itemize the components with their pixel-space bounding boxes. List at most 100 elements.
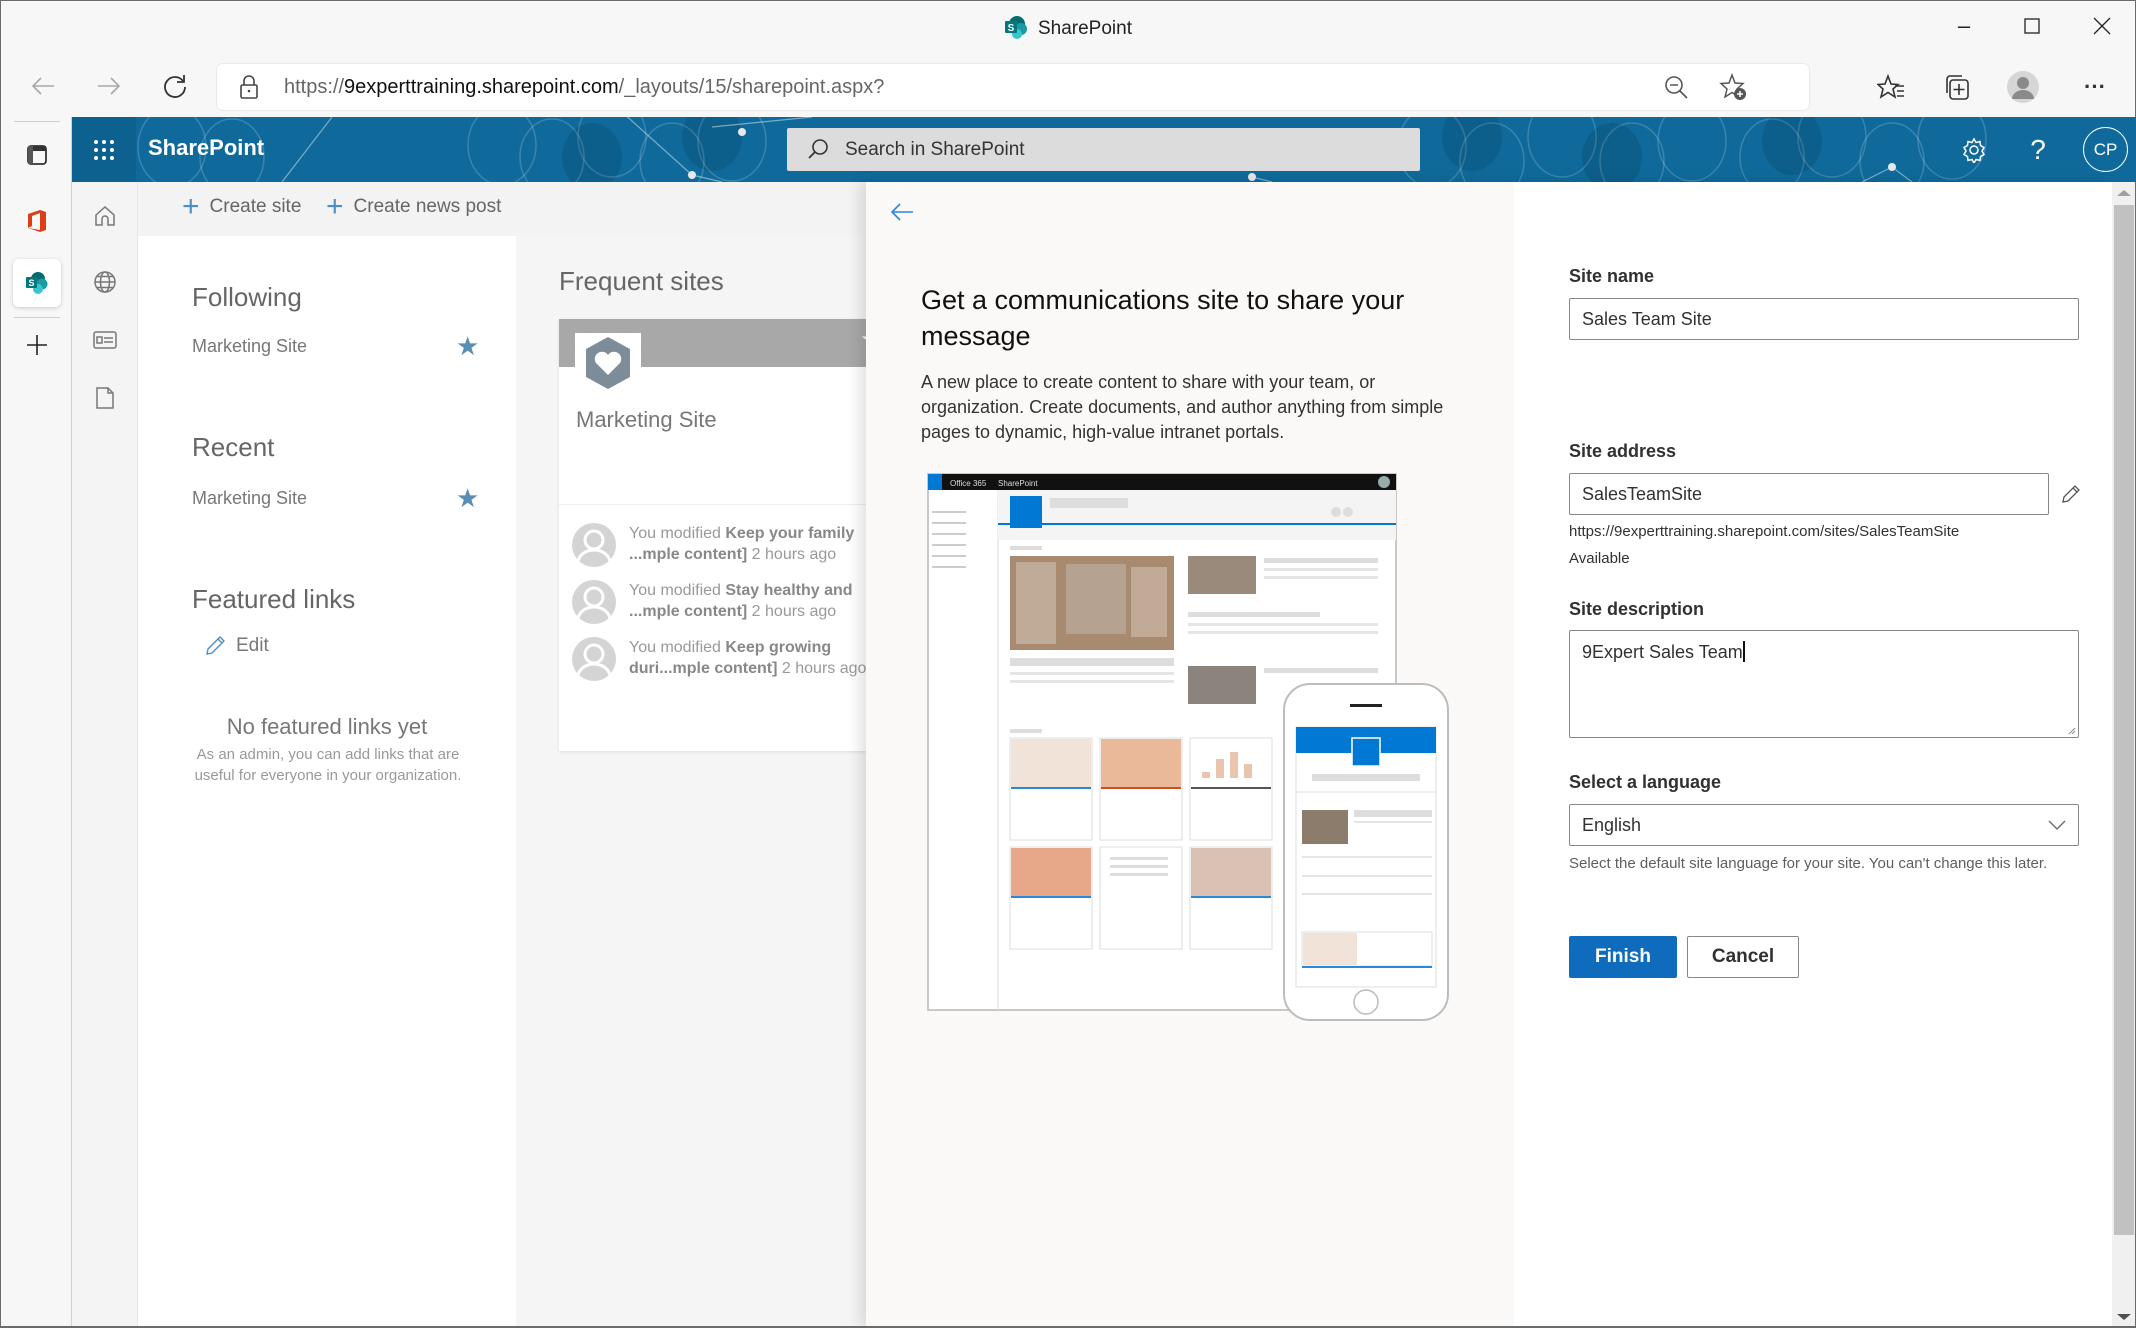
sidebar-divider <box>14 121 60 122</box>
nav-sites[interactable] <box>81 258 129 306</box>
user-avatar-icon <box>572 580 616 624</box>
minimize-button[interactable]: – <box>1939 9 1989 43</box>
globe-icon <box>94 271 116 293</box>
settings-button[interactable] <box>1942 117 2006 182</box>
recent-heading: Recent <box>192 432 275 462</box>
close-window-button[interactable] <box>2077 9 2127 43</box>
user-avatar-icon <box>572 523 616 567</box>
empty-state-description: As an admin, you can add links that are … <box>194 746 462 784</box>
recent-item[interactable]: Marketing Site <box>192 488 307 509</box>
zoom-out-icon[interactable] <box>1663 74 1689 100</box>
language-label: Select a language <box>1569 772 1722 792</box>
favorites-icon <box>1877 73 1904 99</box>
maximize-button[interactable] <box>2007 9 2057 43</box>
site-address-label: Site address <box>1569 441 1677 461</box>
star-icon[interactable]: ★ <box>456 331 479 362</box>
create-news-post-button[interactable]: + Create news post <box>326 192 501 222</box>
illustration-office-label: Office 365 <box>950 479 987 488</box>
sharepoint-search-box[interactable]: Search in SharePoint <box>787 128 1420 171</box>
arrow-left-icon <box>890 203 913 221</box>
maximize-icon <box>2024 18 2040 34</box>
page-scrollbar[interactable] <box>2112 182 2136 1328</box>
forward-icon <box>98 77 121 95</box>
close-icon <box>2093 17 2111 35</box>
sharepoint-tab[interactable]: S <box>13 259 61 307</box>
window-title-text: SharePoint <box>1037 18 1132 39</box>
add-tab-button[interactable] <box>13 321 61 369</box>
edit-featured-links-button[interactable]: Edit <box>204 635 269 657</box>
sharepoint-logo-icon: S <box>1004 16 1027 39</box>
pencil-icon <box>2062 485 2080 503</box>
card-divider <box>559 504 879 505</box>
text-cursor <box>1742 641 1745 662</box>
activity-text: You modified Keep your family ...mple con… <box>629 525 855 563</box>
office-icon <box>28 210 46 232</box>
communication-site-illustration: Office 365 SharePoint <box>927 473 1449 1021</box>
command-bar: + Create site + Create news post <box>138 182 866 236</box>
gear-icon <box>1962 136 1986 163</box>
refresh-button[interactable] <box>155 66 195 106</box>
resize-grip-icon[interactable] <box>2066 725 2076 735</box>
illustration-app-label: SharePoint <box>998 479 1038 488</box>
nav-news[interactable] <box>81 316 129 364</box>
user-avatar-icon <box>572 637 616 681</box>
site-description-value: 9Expert Sales Team <box>1582 642 1743 662</box>
scroll-up-arrow-icon[interactable] <box>2117 190 2131 196</box>
create-site-button[interactable]: + Create site <box>182 192 301 222</box>
document-icon <box>96 387 114 409</box>
lock-icon[interactable] <box>239 75 259 99</box>
sidebar-divider <box>14 317 60 318</box>
site-card-name[interactable]: Marketing Site <box>576 407 717 433</box>
nav-home[interactable] <box>81 192 129 240</box>
app-launcher-button[interactable] <box>72 117 136 182</box>
heart-hexagon-icon <box>586 337 630 389</box>
finish-button[interactable]: Finish <box>1569 936 1677 978</box>
profile-button[interactable] <box>2005 69 2041 105</box>
create-site-form: Site name Sales Team Site Site address S… <box>1569 182 2089 1328</box>
home-left-column: Following Marketing Site ★ Recent Market… <box>138 236 516 1328</box>
following-item[interactable]: Marketing Site <box>192 336 307 357</box>
featured-links-heading: Featured links <box>192 584 356 614</box>
site-description-label: Site description <box>1569 599 1705 619</box>
scroll-down-arrow-icon[interactable] <box>2117 1314 2131 1320</box>
window-title: S SharePoint <box>1 15 2135 40</box>
forward-button[interactable] <box>89 66 129 106</box>
site-card[interactable]: ★ Marketing Site You modified Keep your … <box>559 319 879 751</box>
back-button[interactable] <box>23 66 63 106</box>
help-button[interactable]: ? <box>2006 117 2070 182</box>
nav-files[interactable] <box>81 374 129 422</box>
sharepoint-brand-link[interactable]: SharePoint <box>148 135 264 161</box>
language-selected-value: English <box>1582 814 1642 835</box>
more-button[interactable]: ··· <box>2077 69 2113 105</box>
favorites-button[interactable] <box>1873 69 1909 105</box>
activity-item[interactable]: You modified Keep your family ...mple con… <box>572 523 879 575</box>
site-address-input[interactable]: SalesTeamSite <box>1569 473 2049 515</box>
address-bar[interactable]: https://9experttraining.sharepoint.com/_… <box>217 64 1809 110</box>
search-icon <box>808 139 828 159</box>
url-text[interactable]: https://9experttraining.sharepoint.com/_… <box>284 76 884 99</box>
sharepoint-suite-header: SharePoint Search in SharePoint ? CP <box>72 117 2136 182</box>
activity-item[interactable]: You modified Stay healthy and ...mple con… <box>572 580 879 632</box>
collections-button[interactable] <box>1939 69 1975 105</box>
refresh-icon <box>164 75 186 98</box>
edit-address-button[interactable] <box>2057 480 2085 508</box>
search-placeholder: Search in SharePoint <box>845 139 1025 160</box>
office-tab[interactable] <box>13 197 61 245</box>
edit-label: Edit <box>236 635 269 656</box>
pencil-icon <box>206 636 225 655</box>
language-dropdown[interactable]: English <box>1569 804 2079 846</box>
svg-text:S: S <box>28 278 34 288</box>
add-favorite-icon[interactable] <box>1719 73 1747 101</box>
back-button[interactable] <box>882 192 922 232</box>
activity-text: You modified Stay healthy and ...mple con… <box>629 582 853 620</box>
site-description-textarea[interactable]: 9Expert Sales Team <box>1569 630 2079 738</box>
cancel-button[interactable]: Cancel <box>1687 936 1799 978</box>
availability-status: Available <box>1569 550 1630 567</box>
scrollbar-thumb[interactable] <box>2114 205 2134 1235</box>
activity-item[interactable]: You modified Keep growing duri...mple con… <box>572 637 879 689</box>
star-icon[interactable]: ★ <box>456 483 479 514</box>
user-avatar[interactable]: CP <box>2083 127 2128 172</box>
site-name-input[interactable]: Sales Team Site <box>1569 298 2079 340</box>
tab-actions-button[interactable] <box>13 131 61 179</box>
empty-state-title: No featured links yet <box>226 714 428 739</box>
